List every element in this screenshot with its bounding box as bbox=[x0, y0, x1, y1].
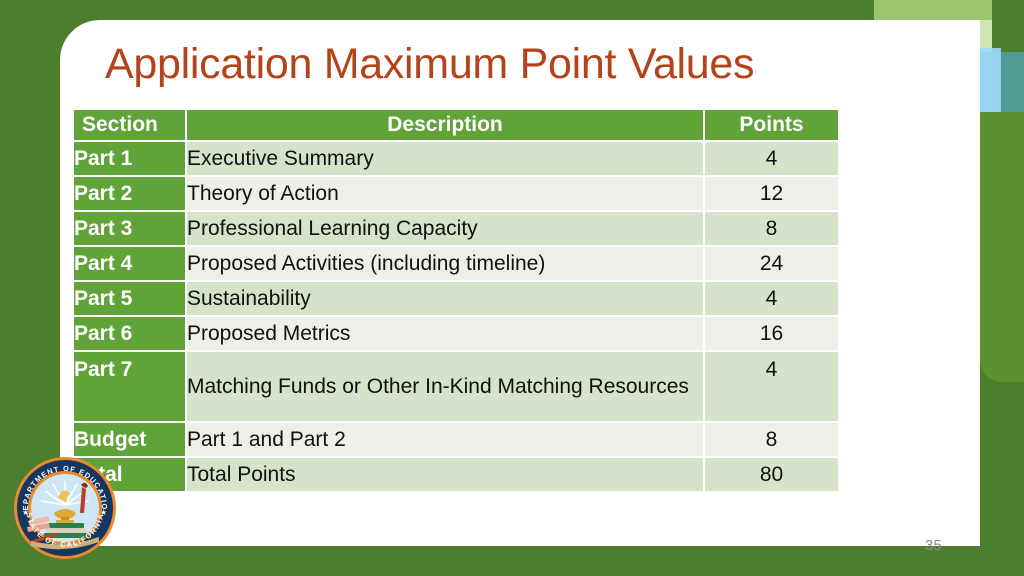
cell-section: Part 5 bbox=[74, 282, 185, 315]
cde-seal-logo: DEPARTMENT OF EDUCATION STATE OF CALIFOR… bbox=[12, 455, 118, 561]
cell-section: Part 4 bbox=[74, 247, 185, 280]
points-table-container: Section Description Points Part 1 Execut… bbox=[72, 108, 838, 493]
cell-description: Proposed Metrics bbox=[187, 317, 703, 350]
cell-section: Budget bbox=[74, 423, 185, 456]
application-points-table: Section Description Points Part 1 Execut… bbox=[72, 108, 840, 493]
cell-points: 12 bbox=[705, 177, 838, 210]
cell-description: Matching Funds or Other In-Kind Matching… bbox=[187, 352, 703, 421]
table-row: Part 7 Matching Funds or Other In-Kind M… bbox=[74, 352, 838, 421]
table-row: Part 4 Proposed Activities (including ti… bbox=[74, 247, 838, 280]
cell-description: Total Points bbox=[187, 458, 703, 491]
cell-section: Part 6 bbox=[74, 317, 185, 350]
cell-section: Part 1 bbox=[74, 142, 185, 175]
page-title: Application Maximum Point Values bbox=[105, 40, 755, 88]
slide: Application Maximum Point Values Section… bbox=[0, 0, 1024, 576]
table-row: Part 6 Proposed Metrics 16 bbox=[74, 317, 838, 350]
cell-points: 8 bbox=[705, 212, 838, 245]
cell-points: 4 bbox=[705, 282, 838, 315]
cell-points: 8 bbox=[705, 423, 838, 456]
cell-section: Part 2 bbox=[74, 177, 185, 210]
table-header-row: Section Description Points bbox=[74, 110, 838, 140]
cell-description: Proposed Activities (including timeline) bbox=[187, 247, 703, 280]
cell-points: 4 bbox=[705, 142, 838, 175]
cell-points: 80 bbox=[705, 458, 838, 491]
cell-points: 4 bbox=[705, 352, 838, 421]
cell-points: 16 bbox=[705, 317, 838, 350]
decorative-rect-green-bar bbox=[980, 112, 1024, 382]
table-row: Part 5 Sustainability 4 bbox=[74, 282, 838, 315]
cell-description: Executive Summary bbox=[187, 142, 703, 175]
cell-description: Professional Learning Capacity bbox=[187, 212, 703, 245]
cell-points: 24 bbox=[705, 247, 838, 280]
cell-description: Sustainability bbox=[187, 282, 703, 315]
table-header: Section Description Points bbox=[74, 110, 838, 140]
cell-description: Part 1 and Part 2 bbox=[187, 423, 703, 456]
cell-section: Part 3 bbox=[74, 212, 185, 245]
column-header-points: Points bbox=[705, 110, 838, 140]
cell-description: Theory of Action bbox=[187, 177, 703, 210]
column-header-description: Description bbox=[187, 110, 703, 140]
table-row: Part 2 Theory of Action 12 bbox=[74, 177, 838, 210]
seal-star-left: ★ bbox=[22, 508, 29, 517]
column-header-section: Section bbox=[74, 110, 185, 140]
table-row: Part 1 Executive Summary 4 bbox=[74, 142, 838, 175]
table-row: Part 3 Professional Learning Capacity 8 bbox=[74, 212, 838, 245]
table-body: Part 1 Executive Summary 4 Part 2 Theory… bbox=[74, 142, 838, 491]
table-row: Budget Part 1 and Part 2 8 bbox=[74, 423, 838, 456]
cell-section: Part 7 bbox=[74, 352, 185, 421]
seal-star-right: ★ bbox=[100, 508, 107, 517]
decorative-rect-teal bbox=[978, 52, 1024, 158]
slide-number: 35 bbox=[925, 537, 942, 554]
table-row: Total Total Points 80 bbox=[74, 458, 838, 491]
